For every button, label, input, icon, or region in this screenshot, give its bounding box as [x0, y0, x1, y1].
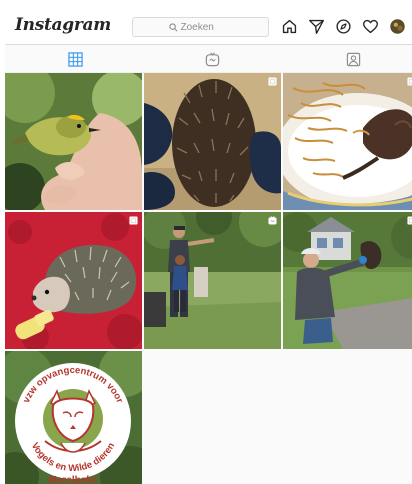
multi-photo-icon: [407, 77, 412, 86]
multi-photo-icon: [268, 77, 277, 86]
multi-photo-icon: [129, 216, 138, 225]
profile-tabs: [5, 45, 412, 73]
search-icon: [168, 22, 177, 31]
svg-text:vzw opvangcentrum voor: vzw opvangcentrum voor: [21, 365, 125, 405]
grid-icon: [67, 51, 83, 67]
post-bird-in-hand[interactable]: [5, 73, 142, 210]
logo-text-bottom: Vogels en Wilde dieren: [29, 441, 118, 474]
post-logo-tile[interactable]: vzw opvangcentrum voor Vogels en Wilde d…: [5, 351, 142, 484]
igtv-icon: [268, 216, 277, 225]
tab-igtv[interactable]: [204, 51, 220, 67]
explore-icon[interactable]: [334, 17, 353, 36]
multi-photo-badge: [129, 216, 138, 225]
post-bird-on-plate[interactable]: [283, 73, 412, 210]
multi-photo-badge: [407, 77, 412, 86]
search-input[interactable]: [180, 21, 233, 33]
post-baby-hedgehog-on-towel[interactable]: [5, 212, 142, 349]
igtv-icon: [205, 52, 219, 66]
search-box[interactable]: [132, 17, 269, 37]
top-navigation-bar: Instagram: [5, 8, 412, 45]
logo-tile-text: vzw opvangcentrum voor Vogels en Wilde d…: [21, 365, 125, 484]
tagged-icon: [346, 52, 360, 66]
logo-text-top: vzw opvangcentrum voor: [21, 365, 125, 405]
home-icon[interactable]: [280, 17, 299, 36]
post-hedgehog-gloved-hands[interactable]: [144, 73, 281, 210]
igtv-badge: [268, 216, 277, 225]
activity-heart-icon[interactable]: [361, 17, 380, 36]
multi-photo-icon: [407, 216, 412, 225]
instagram-profile-page: Instagram Zoeken vzw opvangcentrum voor …: [5, 8, 412, 484]
profile-avatar[interactable]: [388, 17, 407, 36]
svg-text:Vogels en Wilde dieren: Vogels en Wilde dieren: [29, 441, 118, 474]
instagram-logo[interactable]: Instagram: [15, 15, 111, 35]
logo-text-place: Merelbeke: [49, 475, 98, 484]
multi-photo-badge: [407, 216, 412, 225]
post-man-and-child-garden[interactable]: [144, 212, 281, 349]
tab-grid[interactable]: [67, 51, 83, 67]
post-man-releasing-bird[interactable]: [283, 212, 412, 349]
multi-photo-badge: [268, 77, 277, 86]
direct-icon[interactable]: [307, 17, 326, 36]
tab-tagged[interactable]: [345, 51, 361, 67]
